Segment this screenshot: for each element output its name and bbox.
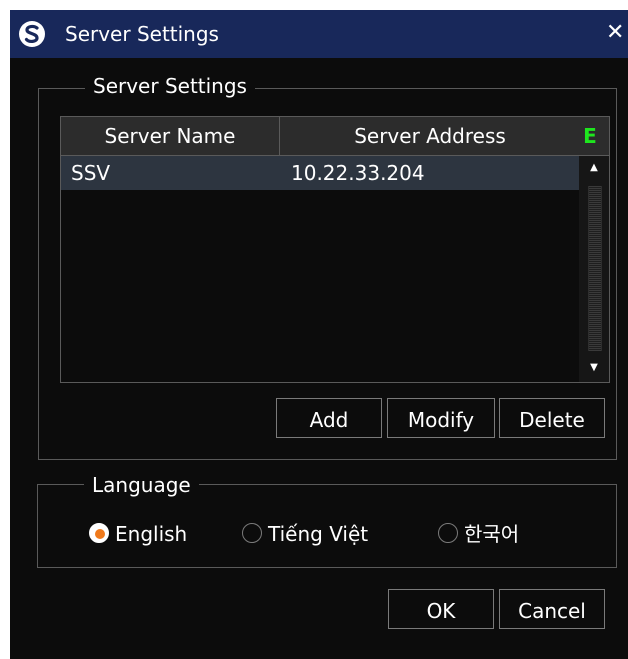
scroll-down-arrow-icon[interactable]: ▼ [579,356,609,380]
vertical-scrollbar[interactable]: ▲ ▼ [579,156,609,382]
radio-label-vietnamese: Tiếng Việt [268,522,369,546]
scroll-up-arrow-icon[interactable]: ▲ [579,156,609,180]
title-bar[interactable]: Server Settings ✕ [10,10,628,58]
e-badge-icon[interactable]: E [580,123,600,149]
table-row[interactable]: SSV 10.22.33.204 [61,156,579,190]
radio-label-english: English [115,522,188,546]
column-header-server-name[interactable]: Server Name [61,117,279,155]
server-settings-group-label: Server Settings [85,74,255,98]
radio-unselected-icon[interactable] [438,523,458,543]
ok-button[interactable]: OK [388,589,494,629]
radio-unselected-icon[interactable] [242,523,262,543]
add-button[interactable]: Add [276,398,382,438]
server-settings-window: Server Settings ✕ Server Settings Server… [10,10,628,659]
radio-dot-icon [95,529,105,539]
radio-label-korean: 한국어 [464,522,520,546]
radio-vietnamese[interactable]: Tiếng Việt [242,520,412,548]
grid-header: Server Name Server Address E [61,117,609,156]
column-header-server-address[interactable]: Server Address [280,117,580,155]
s-logo-icon [19,21,45,47]
close-icon[interactable]: ✕ [606,20,624,46]
delete-button[interactable]: Delete [499,398,605,438]
window-title: Server Settings [65,22,219,46]
cell-server-address: 10.22.33.204 [291,161,425,185]
radio-selected-icon[interactable] [89,523,109,543]
language-group-label: Language [84,473,199,497]
scroll-thumb[interactable] [588,186,602,351]
server-list-grid[interactable]: Server Name Server Address E SSV 10.22.3… [60,116,610,383]
cancel-button[interactable]: Cancel [499,589,605,629]
radio-korean[interactable]: 한국어 [438,520,538,548]
cell-server-name: SSV [71,161,111,185]
radio-english[interactable]: English [89,520,224,548]
modify-button[interactable]: Modify [387,398,495,438]
